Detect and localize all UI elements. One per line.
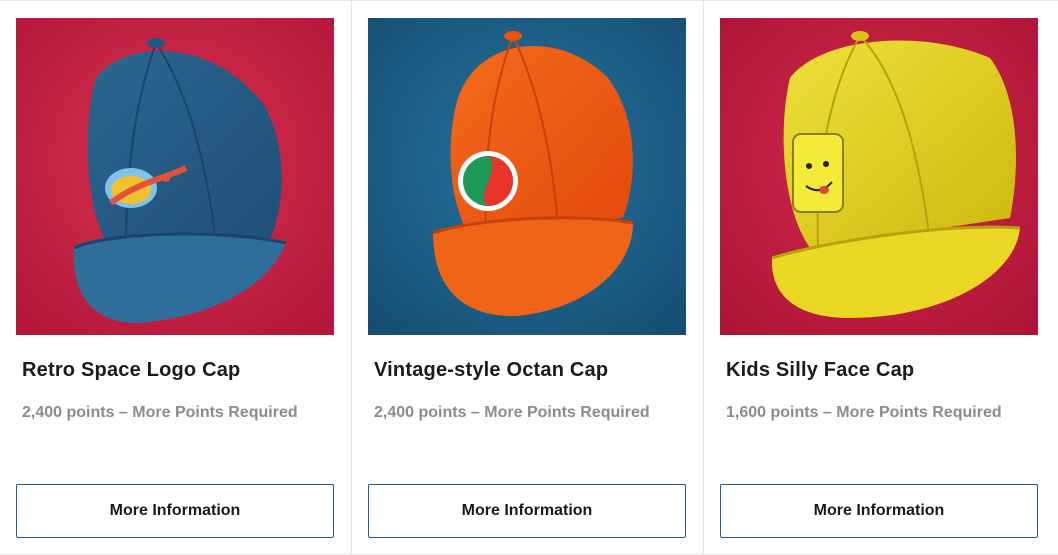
more-information-button[interactable]: More Information [368, 484, 686, 538]
more-information-button[interactable]: More Information [720, 484, 1038, 538]
more-information-button[interactable]: More Information [16, 484, 334, 538]
product-grid: Retro Space Logo Cap 2,400 points – More… [0, 0, 1058, 555]
octan-logo-icon [458, 151, 518, 211]
product-image[interactable] [16, 18, 334, 335]
product-card: Retro Space Logo Cap 2,400 points – More… [0, 1, 352, 554]
product-points: 2,400 points – More Points Required [22, 404, 298, 421]
product-card: Kids Silly Face Cap 1,600 points – More … [704, 1, 1058, 554]
product-points: 2,400 points – More Points Required [374, 404, 650, 421]
product-image[interactable] [720, 18, 1038, 335]
product-card: Vintage-style Octan Cap 2,400 points – M… [352, 1, 704, 554]
product-title[interactable]: Retro Space Logo Cap [22, 359, 240, 382]
product-image[interactable] [368, 18, 686, 335]
minifig-face-icon [792, 133, 844, 213]
product-title[interactable]: Vintage-style Octan Cap [374, 359, 608, 382]
product-title[interactable]: Kids Silly Face Cap [726, 359, 914, 382]
product-points: 1,600 points – More Points Required [726, 404, 1002, 421]
